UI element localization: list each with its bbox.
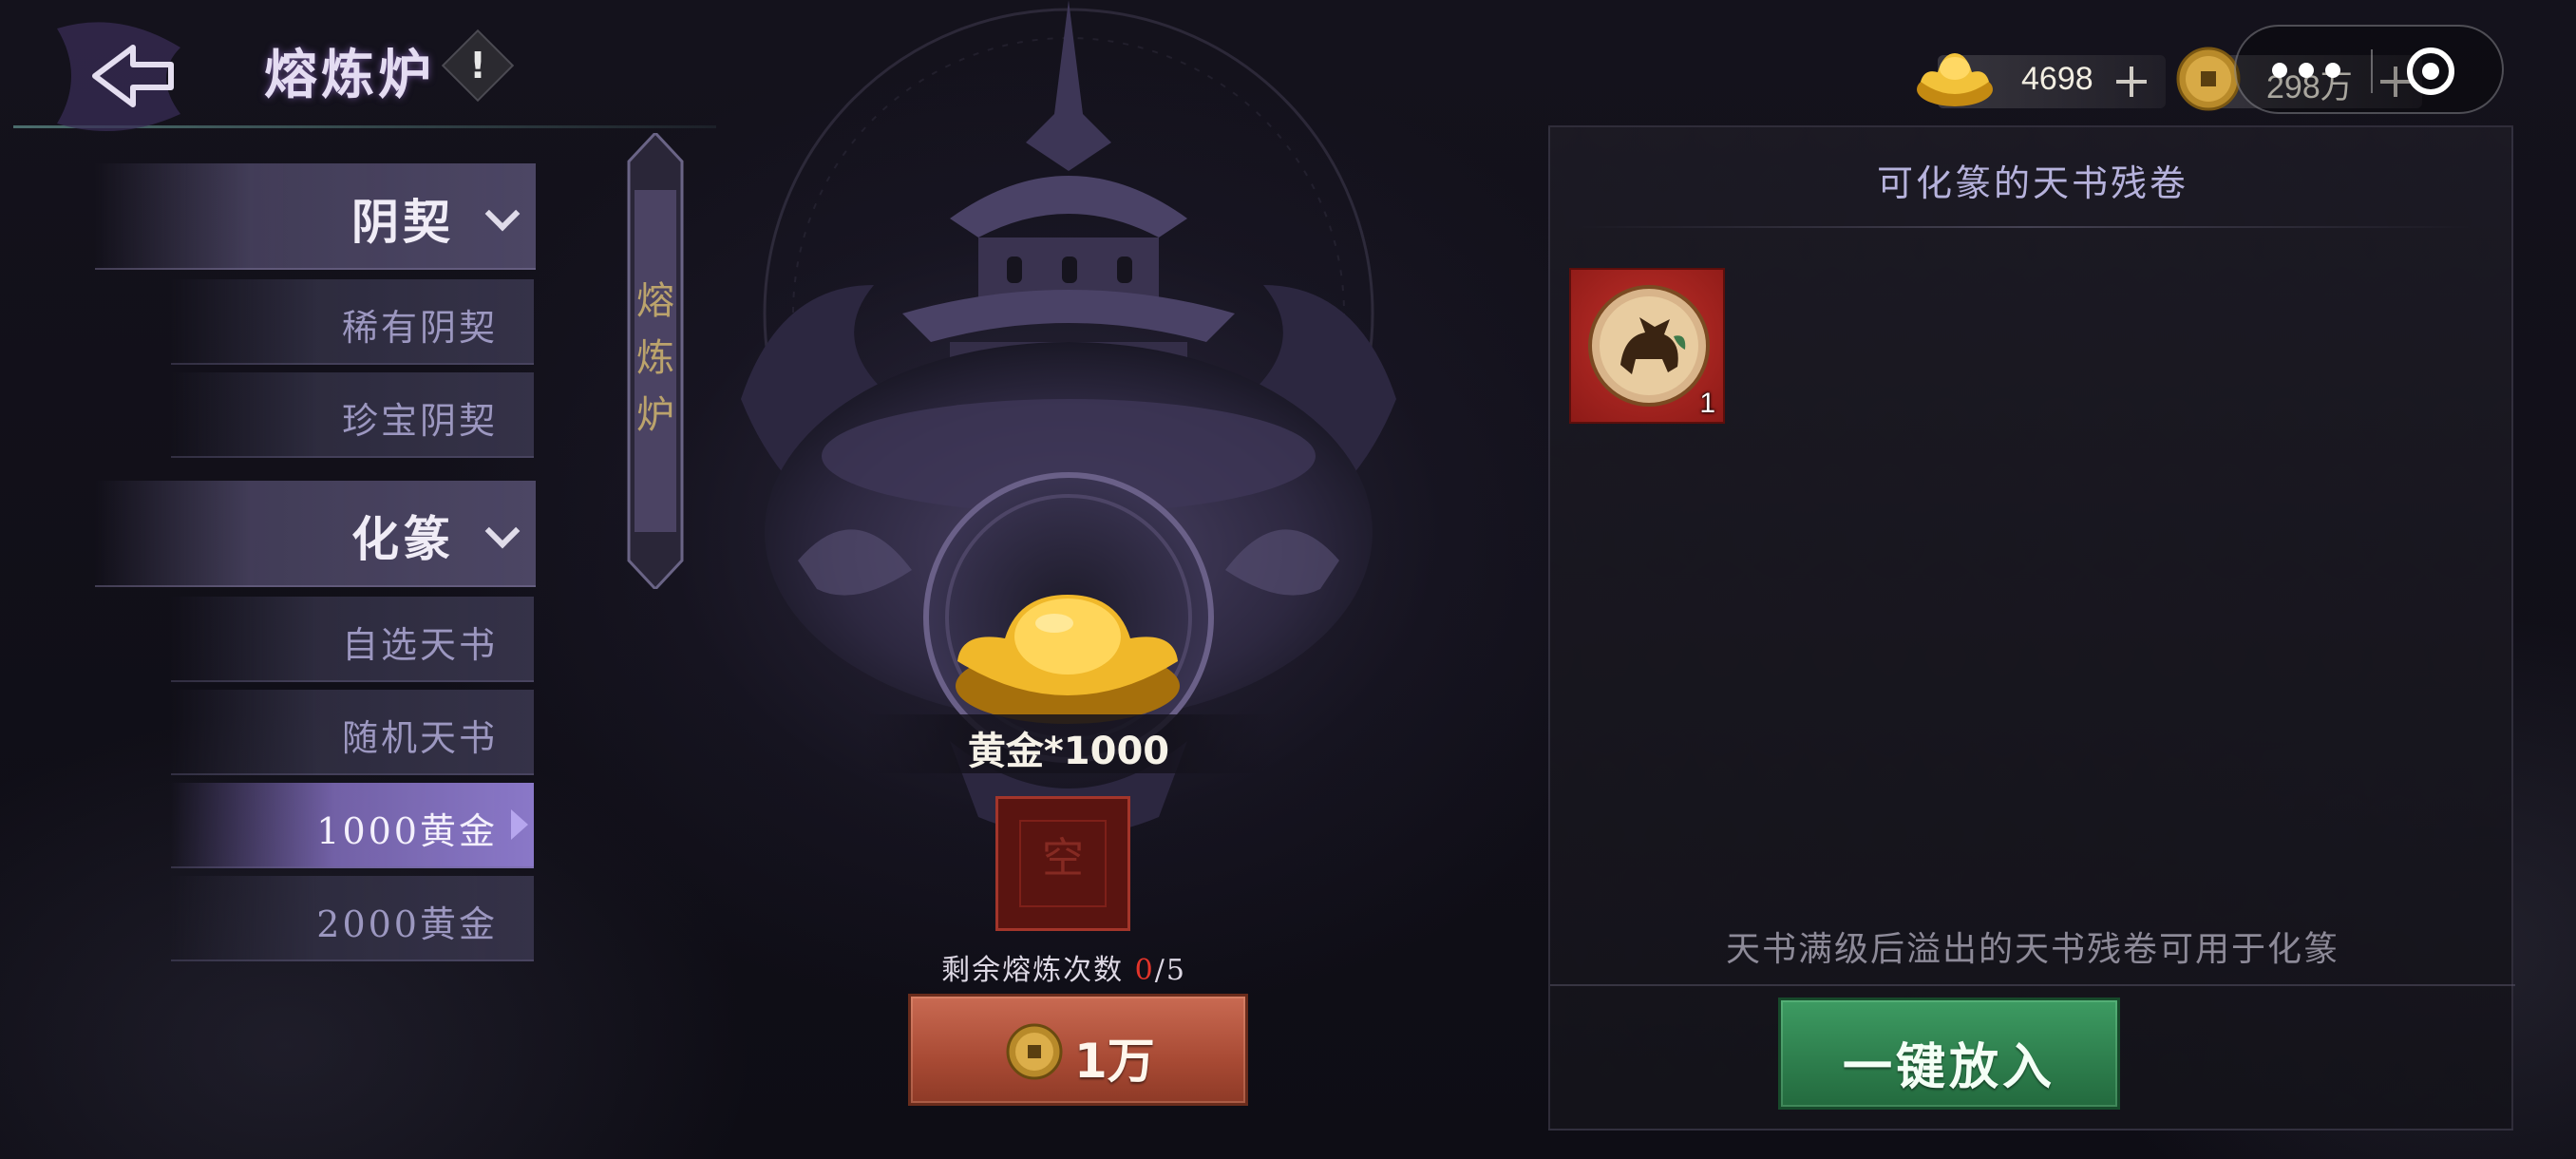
material-slot[interactable]: 空 bbox=[995, 796, 1130, 931]
reward-label: 黄金*1000 bbox=[967, 730, 1170, 773]
sidebar-item-1000-gold[interactable]: 1000黄金 bbox=[171, 783, 534, 868]
sidebar-category-label: 化篆 bbox=[351, 511, 454, 567]
sidebar-item-random-book[interactable]: 随机天书 bbox=[171, 690, 534, 775]
chevron-down-icon bbox=[484, 513, 521, 549]
banner-char-3: 炉 bbox=[636, 393, 674, 437]
sidebar-item-select-book[interactable]: 自选天书 bbox=[171, 597, 534, 682]
sidebar-item-treasure-yinqi[interactable]: 珍宝阴契 bbox=[171, 372, 534, 458]
info-button[interactable]: ! bbox=[441, 28, 515, 103]
copper-coin-icon bbox=[1006, 1023, 1063, 1080]
sidebar-item-label: 自选天书 bbox=[341, 624, 498, 666]
sidebar-item-label: 随机天书 bbox=[341, 717, 498, 759]
page-title: 熔炼炉 bbox=[264, 44, 435, 106]
sidebar-category-yinqi[interactable]: 阴契 bbox=[95, 163, 536, 270]
gold-ingot-reward-icon bbox=[956, 595, 1180, 724]
smelt-cost-label: 1万 bbox=[1074, 1034, 1155, 1089]
add-gold-ingot-button[interactable] bbox=[2112, 63, 2150, 101]
panel-title: 可化篆的天书残卷 bbox=[1876, 162, 2188, 204]
panel-note: 天书满级后溢出的天书残卷可用于化篆 bbox=[1725, 930, 2339, 969]
copper-coin-icon bbox=[2176, 47, 2241, 111]
chevron-down-icon bbox=[484, 196, 521, 232]
remaining-used: 0 bbox=[1134, 954, 1155, 987]
gold-ingot-icon bbox=[1917, 53, 1993, 106]
reward-label-bar: 黄金*1000 bbox=[864, 714, 1273, 773]
gold-ingot-value: 4698 bbox=[2021, 61, 2093, 97]
item-count: 1 bbox=[1699, 388, 1715, 419]
sidebar-item-label: 1000黄金 bbox=[316, 810, 498, 852]
remaining-smelt-count: 剩余熔炼次数 0/5 bbox=[893, 946, 1235, 988]
sidebar-item-label: 珍宝阴契 bbox=[341, 400, 498, 442]
more-options-icon[interactable] bbox=[2268, 61, 2344, 82]
back-button[interactable] bbox=[38, 19, 199, 133]
fragment-item[interactable]: 1 bbox=[1569, 268, 1725, 424]
sidebar-item-rare-yinqi[interactable]: 稀有阴契 bbox=[171, 279, 534, 365]
bull-emblem-icon bbox=[1588, 285, 1710, 407]
remaining-total: /5 bbox=[1154, 954, 1186, 987]
smelt-button[interactable]: 1万 bbox=[908, 994, 1248, 1106]
fragments-panel: 可化篆的天书残卷 1 天书满级后溢出的天书残卷可用于化篆 一键放入 bbox=[1548, 125, 2515, 1130]
system-capsule bbox=[2234, 25, 2504, 114]
sidebar-item-2000-gold[interactable]: 2000黄金 bbox=[171, 876, 534, 961]
banner-char-1: 熔 bbox=[636, 279, 674, 323]
one-key-insert-label: 一键放入 bbox=[1842, 1038, 2055, 1096]
selected-arrow-icon bbox=[511, 809, 528, 840]
sidebar-category-label: 阴契 bbox=[351, 194, 454, 250]
banner-char-2: 炼 bbox=[636, 336, 674, 380]
sidebar-category-huazhuan[interactable]: 化篆 bbox=[95, 481, 536, 587]
sidebar-item-label: 稀有阴契 bbox=[341, 307, 498, 349]
empty-slot-label: 空 bbox=[1042, 834, 1084, 883]
sidebar-item-label: 2000黄金 bbox=[316, 903, 498, 945]
furnace-scroll-banner: 熔 炼 炉 bbox=[627, 133, 684, 589]
remaining-label: 剩余熔炼次数 bbox=[941, 954, 1125, 987]
game-screen: 熔 炼 炉 熔炼炉 ! 4698 298万 阴契 稀有阴契 珍宝阴契 化篆 自选… bbox=[0, 0, 2576, 1159]
info-icon: ! bbox=[469, 45, 486, 86]
close-miniprogram-icon[interactable] bbox=[2407, 48, 2454, 95]
one-key-insert-button[interactable]: 一键放入 bbox=[1778, 998, 2120, 1110]
